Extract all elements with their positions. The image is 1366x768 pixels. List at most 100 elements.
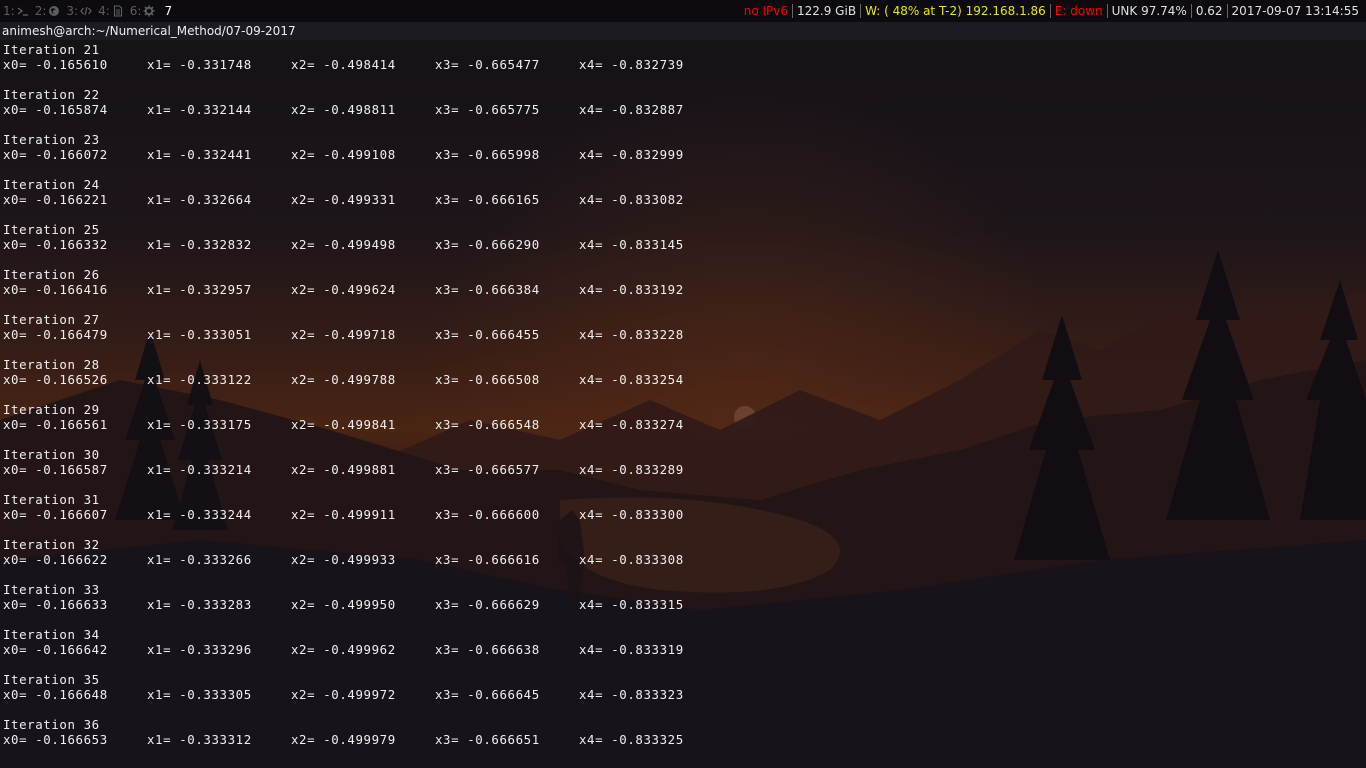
iteration-label: Iteration 31 <box>3 492 100 507</box>
x1-value: x1= -0.333244 <box>147 507 252 522</box>
iteration-values: x0= -0.166072 x1= -0.332441 x2= -0.499108 x… <box>3 147 1363 162</box>
window-title-bar[interactable]: animesh@arch:~/Numerical_Method/07-09-20… <box>0 22 1366 40</box>
x1-value: x1= -0.331748 <box>147 57 252 72</box>
iteration-block: Iteration 35 x0= -0.166648 x1= -0.333305 x2… <box>3 672 1363 717</box>
terminal-icon <box>17 5 29 17</box>
iteration-values: x0= -0.166221 x1= -0.332664 x2= -0.499331 x… <box>3 192 1363 207</box>
window-title: animesh@arch:~/Numerical_Method/07-09-20… <box>2 24 296 38</box>
x2-value: x2= -0.499788 <box>291 372 396 387</box>
x3-value: x3= -0.666616 <box>435 552 540 567</box>
workspace-button-3[interactable]: 3: <box>63 0 95 22</box>
x4-value: x4= -0.833145 <box>579 237 684 252</box>
x1-value: x1= -0.332664 <box>147 192 252 207</box>
x0-value: x0= -0.166221 <box>3 192 108 207</box>
separator <box>1049 4 1051 18</box>
x4-value: x4= -0.833323 <box>579 687 684 702</box>
ipv6-status: no IPv6 <box>743 4 789 18</box>
iteration-values: x0= -0.166526 x1= -0.333122 x2= -0.499788 x… <box>3 372 1363 387</box>
x4-value: x4= -0.833254 <box>579 372 684 387</box>
x4-value: x4= -0.832739 <box>579 57 684 72</box>
wireless-status: W: ( 48% at T-2) 192.168.1.86 <box>865 4 1046 18</box>
iteration-label: Iteration 29 <box>3 402 100 417</box>
iteration-label: Iteration 33 <box>3 582 100 597</box>
x4-value: x4= -0.833300 <box>579 507 684 522</box>
separator <box>1226 4 1228 18</box>
iteration-label: Iteration 25 <box>3 222 100 237</box>
x3-value: x3= -0.666165 <box>435 192 540 207</box>
x3-value: x3= -0.666577 <box>435 462 540 477</box>
status-bar: 1: 2: 3: 4: 6: 7 no IPv6 122.9 GiB W: (… <box>0 0 1366 22</box>
x1-value: x1= -0.333296 <box>147 642 252 657</box>
x2-value: x2= -0.499498 <box>291 237 396 252</box>
workspace-button-4[interactable]: 4: <box>95 0 127 22</box>
x2-value: x2= -0.499624 <box>291 282 396 297</box>
iteration-values: x0= -0.166561 x1= -0.333175 x2= -0.499841 x… <box>3 417 1363 432</box>
battery-status: UNK 97.74% <box>1111 4 1187 18</box>
iteration-block: Iteration 33 x0= -0.166633 x1= -0.333283 x2… <box>3 582 1363 627</box>
x3-value: x3= -0.666629 <box>435 597 540 612</box>
x3-value: x3= -0.666384 <box>435 282 540 297</box>
workspace-number: 4: <box>98 4 110 18</box>
x3-value: x3= -0.666455 <box>435 327 540 342</box>
iteration-label: Iteration 21 <box>3 42 100 57</box>
iteration-label: Iteration 22 <box>3 87 100 102</box>
iteration-label: Iteration 30 <box>3 447 100 462</box>
workspace-number: 2: <box>34 4 47 18</box>
x0-value: x0= -0.166648 <box>3 687 108 702</box>
iteration-label: Iteration 36 <box>3 717 100 732</box>
iteration-values: x0= -0.166607 x1= -0.333244 x2= -0.499911 x… <box>3 507 1363 522</box>
workspace-button-7-active[interactable]: 7 <box>158 0 180 22</box>
iteration-label: Iteration 24 <box>3 177 100 192</box>
workspace-list: 1: 2: 3: 4: 6: 7 <box>0 0 180 22</box>
iteration-values: x0= -0.166332 x1= -0.332832 x2= -0.499498 x… <box>3 237 1363 252</box>
x2-value: x2= -0.498414 <box>291 57 396 72</box>
workspace-button-6[interactable]: 6: <box>127 0 159 22</box>
datetime-status: 2017-09-07 13:14:55 <box>1231 4 1359 18</box>
separator <box>792 4 794 18</box>
iteration-block: Iteration 24 x0= -0.166221 x1= -0.332664 x2… <box>3 177 1363 222</box>
iteration-values: x0= -0.166648 x1= -0.333305 x2= -0.499972 x… <box>3 687 1363 702</box>
iteration-label: Iteration 27 <box>3 312 100 327</box>
desktop: 1: 2: 3: 4: 6: 7 no IPv6 122.9 GiB W: (… <box>0 0 1366 768</box>
x4-value: x4= -0.833274 <box>579 417 684 432</box>
workspace-button-2[interactable]: 2: <box>32 0 64 22</box>
workspace-button-1[interactable]: 1: <box>0 0 32 22</box>
x2-value: x2= -0.499911 <box>291 507 396 522</box>
x2-value: x2= -0.498811 <box>291 102 396 117</box>
iteration-values: x0= -0.166633 x1= -0.333283 x2= -0.499950 x… <box>3 597 1363 612</box>
x0-value: x0= -0.166561 <box>3 417 108 432</box>
iteration-block: Iteration 23 x0= -0.166072 x1= -0.332441 x2… <box>3 132 1363 177</box>
terminal-output[interactable]: Iteration 21 x0= -0.165610 x1= -0.331748 x2… <box>3 42 1363 768</box>
iteration-values: x0= -0.166642 x1= -0.333296 x2= -0.499962 x… <box>3 642 1363 657</box>
iteration-values: x0= -0.165610 x1= -0.331748 x2= -0.498414 x… <box>3 57 1363 72</box>
x2-value: x2= -0.499108 <box>291 147 396 162</box>
separator <box>860 4 862 18</box>
iteration-values: x0= -0.166622 x1= -0.333266 x2= -0.499933 x… <box>3 552 1363 567</box>
x4-value: x4= -0.833319 <box>579 642 684 657</box>
x0-value: x0= -0.166526 <box>3 372 108 387</box>
iteration-block: Iteration 26 x0= -0.166416 x1= -0.332957 x2… <box>3 267 1363 312</box>
iteration-label: Iteration 26 <box>3 267 100 282</box>
x2-value: x2= -0.499331 <box>291 192 396 207</box>
x3-value: x3= -0.665998 <box>435 147 540 162</box>
workspace-number: 1: <box>3 4 15 18</box>
workspace-number: 7 <box>164 4 173 18</box>
x1-value: x1= -0.332144 <box>147 102 252 117</box>
x2-value: x2= -0.499718 <box>291 327 396 342</box>
load-status: 0.62 <box>1195 4 1223 18</box>
x4-value: x4= -0.833308 <box>579 552 684 567</box>
iteration-block: Iteration 32 x0= -0.166622 x1= -0.333266 x2… <box>3 537 1363 582</box>
x1-value: x1= -0.333305 <box>147 687 252 702</box>
x3-value: x3= -0.666508 <box>435 372 540 387</box>
x4-value: x4= -0.833325 <box>579 732 684 747</box>
x0-value: x0= -0.166416 <box>3 282 108 297</box>
iteration-block: Iteration 21 x0= -0.165610 x1= -0.331748 x2… <box>3 42 1363 87</box>
x2-value: x2= -0.499950 <box>291 597 396 612</box>
firefox-icon <box>48 5 60 17</box>
x2-value: x2= -0.499962 <box>291 642 396 657</box>
x3-value: x3= -0.666548 <box>435 417 540 432</box>
separator <box>1190 4 1192 18</box>
iteration-label: Iteration 35 <box>3 672 100 687</box>
iteration-values: x0= -0.166479 x1= -0.333051 x2= -0.499718 x… <box>3 327 1363 342</box>
x4-value: x4= -0.833192 <box>579 282 684 297</box>
